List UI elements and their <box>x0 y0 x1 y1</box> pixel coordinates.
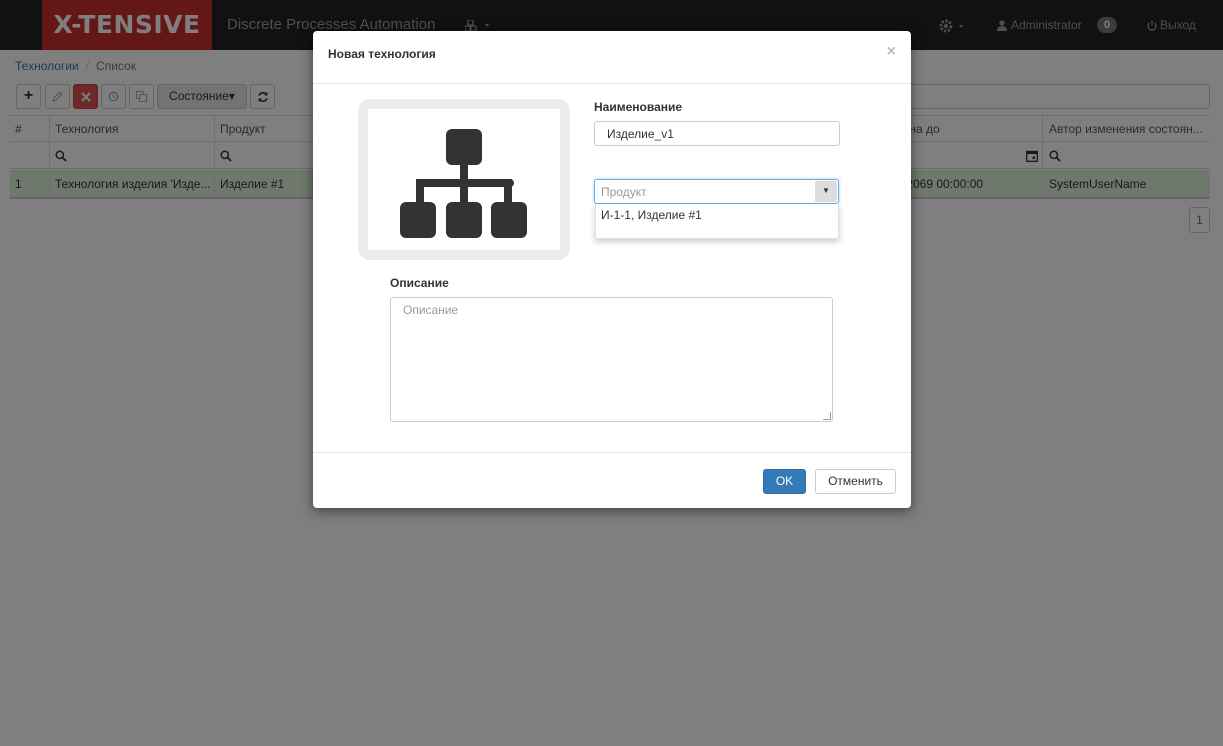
product-select-placeholder: Продукт <box>601 185 647 199</box>
product-select[interactable]: Продукт ▼ <box>594 179 839 204</box>
description-textarea[interactable]: Описание <box>390 297 833 422</box>
product-option[interactable]: И-1-1, Изделие #1 <box>601 208 702 222</box>
name-input[interactable]: Изделие_v1 <box>594 121 840 146</box>
product-dropdown-list: И-1-1, Изделие #1 <box>595 204 839 239</box>
description-placeholder: Описание <box>403 303 459 317</box>
modal-footer: OK Отменить <box>313 452 911 508</box>
modal-title: Новая технология <box>328 47 436 61</box>
name-input-value: Изделие_v1 <box>607 127 674 141</box>
close-button[interactable]: × <box>887 43 896 61</box>
ok-button[interactable]: OK <box>763 469 806 494</box>
chevron-down-icon[interactable]: ▼ <box>815 181 837 202</box>
cancel-button[interactable]: Отменить <box>815 469 896 494</box>
resize-handle[interactable] <box>823 412 831 420</box>
image-frame <box>368 109 560 250</box>
modal-header: Новая технология × <box>313 31 911 84</box>
new-technology-dialog: Новая технология × Наименование Изделие_… <box>313 31 911 508</box>
description-label: Описание <box>390 276 449 290</box>
technology-image[interactable] <box>358 99 570 260</box>
sitemap-icon <box>400 129 527 238</box>
name-label: Наименование <box>594 100 683 114</box>
